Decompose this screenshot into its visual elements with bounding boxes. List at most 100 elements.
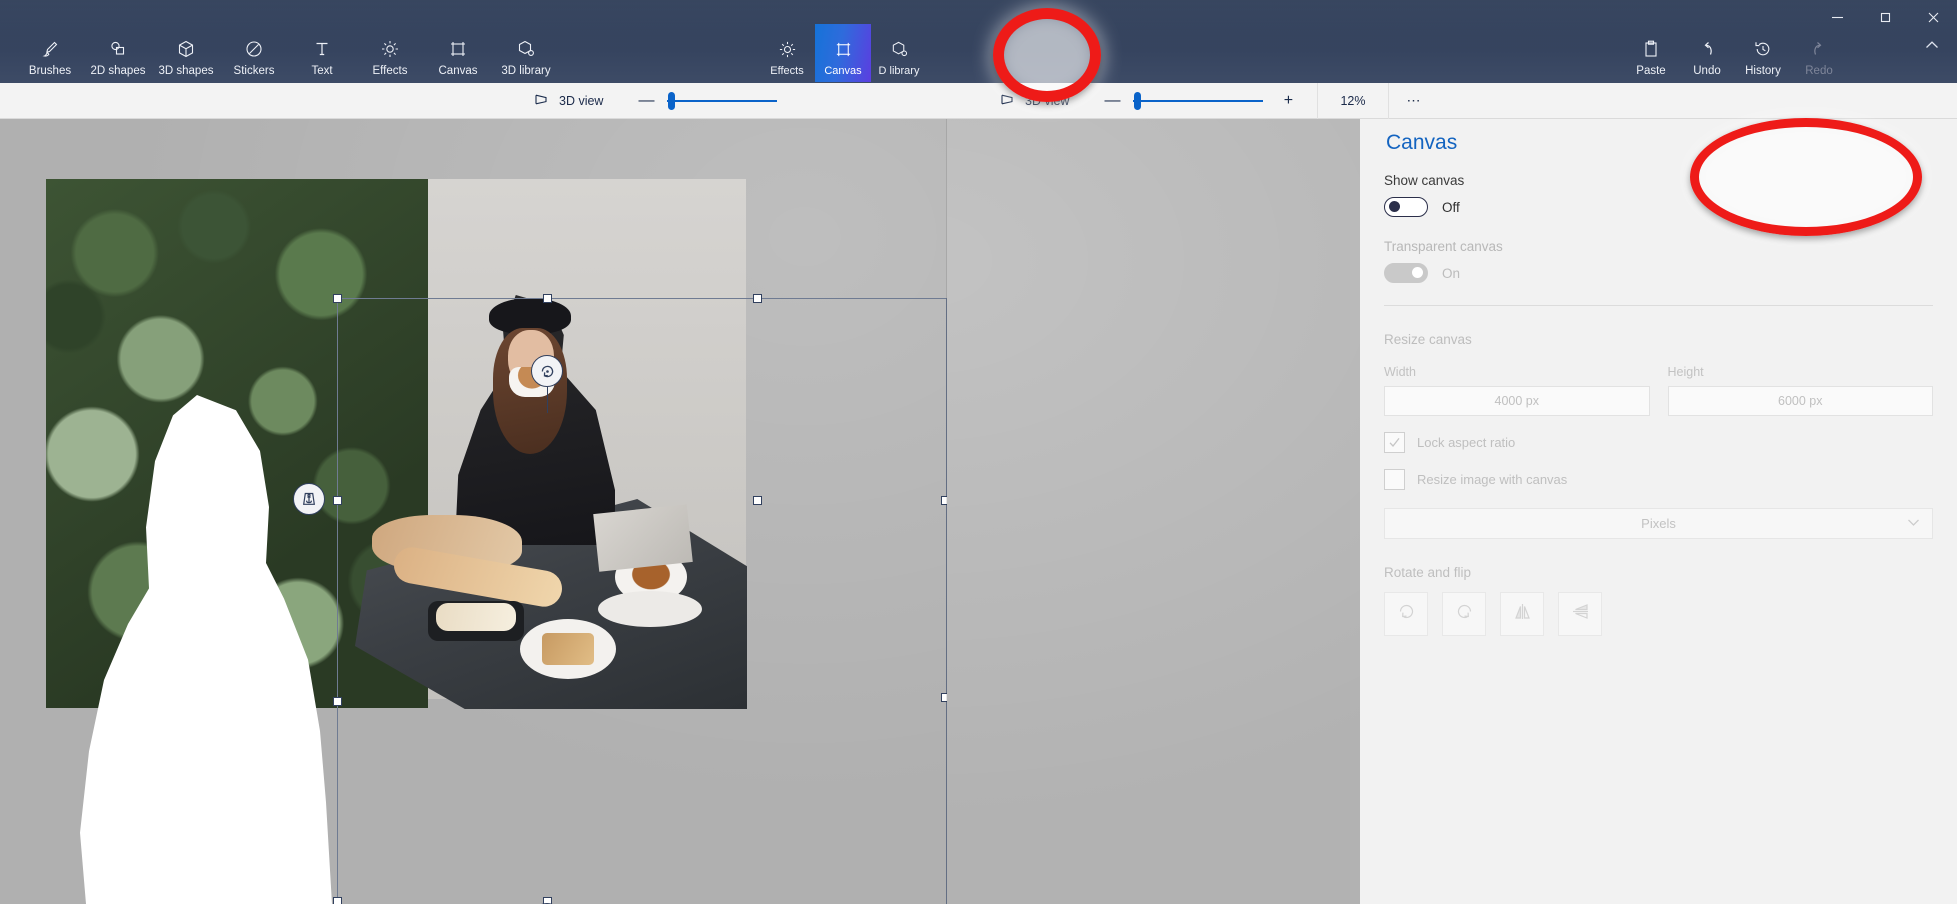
overlay-zoom-slider-track (667, 99, 778, 102)
toolbar-divider (1317, 82, 1319, 119)
tool-text[interactable]: Text (288, 24, 356, 82)
tool-label: Stickers (233, 65, 275, 77)
width-label: Width (1384, 365, 1416, 379)
overlay-tool-effects[interactable]: Effects (759, 24, 815, 82)
height-field-group: Height 6000 px (1667, 365, 1933, 416)
history-button[interactable]: History (1735, 24, 1791, 82)
toggle-knob (1412, 267, 1423, 278)
effects-icon (778, 38, 797, 60)
pasted-screenshot-overlay[interactable] (0, 119, 947, 904)
selection-box[interactable] (337, 298, 947, 904)
tool-label: 2D shapes (90, 65, 146, 77)
chevron-up-icon[interactable] (1923, 36, 1941, 59)
width-field-group: Width 4000 px (1384, 365, 1650, 416)
zoom-slider-track (1133, 99, 1264, 102)
selection-handle-top-center[interactable] (543, 294, 552, 303)
overlay-tool-3d-library[interactable]: D library (871, 24, 927, 82)
maximize-button[interactable] (1861, 0, 1909, 34)
tool-stickers[interactable]: Stickers (220, 24, 288, 82)
tool-2d-shapes[interactable]: 2D shapes (84, 24, 152, 82)
lock-aspect-ratio-row[interactable]: Lock aspect ratio (1384, 432, 1933, 453)
flip-horizontal-button[interactable] (1500, 592, 1544, 636)
tool-label: Undo (1693, 65, 1721, 77)
selection-handle-bottom-left[interactable] (333, 897, 342, 904)
overlay-zoom-out-button[interactable]: — (635, 92, 657, 109)
close-button[interactable] (1909, 0, 1957, 34)
rotate-and-flip-label: Rotate and flip (1384, 565, 1472, 580)
lock-aspect-ratio-checkbox[interactable] (1384, 432, 1405, 453)
show-canvas-toggle[interactable] (1384, 197, 1428, 217)
rotate-handle[interactable] (531, 355, 563, 387)
units-value: Pixels (1641, 516, 1676, 531)
flip-vertical-icon (1570, 601, 1591, 627)
tool-label: 3D library (501, 65, 551, 77)
show-canvas-state: Off (1442, 199, 1460, 215)
3d-view-icon (1000, 92, 1017, 110)
right-tool-list: Paste Undo History Redo (1623, 24, 1847, 82)
flip-vertical-button[interactable] (1558, 592, 1602, 636)
tool-canvas[interactable]: Canvas (424, 24, 492, 82)
panel-divider (1384, 305, 1933, 306)
overlay-3d-view-button[interactable]: 3D view (534, 92, 603, 110)
3d-view-icon (534, 92, 551, 110)
tool-effects[interactable]: Effects (356, 24, 424, 82)
app-ribbon: Brushes 2D shapes 3D shapes Stickers Tex… (0, 0, 1957, 83)
tool-3d-shapes[interactable]: 3D shapes (152, 24, 220, 82)
selection-handle-top-left[interactable] (333, 294, 342, 303)
tool-label: Redo (1805, 65, 1833, 77)
show-canvas-highlight-ellipse (1690, 118, 1922, 236)
selection-handle-top-right[interactable] (753, 294, 762, 303)
text-icon (312, 38, 332, 60)
zoom-in-button[interactable]: + (1277, 92, 1299, 109)
3d-library-icon (890, 38, 909, 60)
height-label: Height (1667, 365, 1704, 379)
transparent-canvas-toggle[interactable] (1384, 263, 1428, 283)
selection-handle-lower-left[interactable] (333, 697, 342, 706)
resize-image-with-canvas-row[interactable]: Resize image with canvas (1384, 469, 1933, 490)
canvas-tool-highlight-ellipse (993, 8, 1101, 102)
resize-canvas-label: Resize canvas (1384, 332, 1472, 347)
brush-icon (40, 38, 60, 60)
tool-label: Canvas (824, 65, 862, 77)
height-input[interactable]: 6000 px (1667, 386, 1933, 416)
chevron-down-icon (1907, 518, 1920, 530)
stickers-icon (244, 38, 264, 60)
pasted-zoombar-fragment: 3D view — (535, 83, 947, 119)
tool-label: D library (878, 65, 920, 77)
2d-shapes-icon (108, 38, 128, 60)
undo-button[interactable]: Undo (1679, 24, 1735, 82)
resize-image-with-canvas-checkbox[interactable] (1384, 469, 1405, 490)
selection-handle-middle-right[interactable] (753, 496, 762, 505)
overlay-zoom-slider-thumb[interactable] (668, 91, 676, 110)
tool-brushes[interactable]: Brushes (16, 24, 84, 82)
tool-3d-library[interactable]: 3D library (492, 24, 560, 82)
overlay-seam (946, 119, 947, 904)
tool-label: Paste (1636, 65, 1666, 77)
zoom-slider[interactable] (1133, 91, 1264, 110)
tool-label: Effects (770, 65, 804, 77)
transparent-canvas-row[interactable]: On (1384, 263, 1933, 283)
zoom-out-button[interactable]: — (1101, 92, 1123, 109)
selection-handle-middle-left[interactable] (333, 496, 342, 505)
paste-button[interactable]: Paste (1623, 24, 1679, 82)
rotate-left-button[interactable] (1442, 592, 1486, 636)
redo-button[interactable]: Redo (1791, 24, 1847, 82)
tool-label: Canvas (438, 65, 478, 77)
redo-icon (1809, 38, 1829, 60)
rotate-right-button[interactable] (1384, 592, 1428, 636)
overlay-tool-canvas[interactable]: Canvas (815, 24, 871, 82)
panel-scrollbar[interactable] (1950, 119, 1955, 904)
tool-list: Brushes 2D shapes 3D shapes Stickers Tex… (16, 24, 560, 82)
width-input[interactable]: 4000 px (1384, 386, 1650, 416)
more-options-icon[interactable]: ⋯ (1407, 92, 1423, 109)
zoom-slider-thumb[interactable] (1134, 91, 1142, 110)
undo-icon (1697, 38, 1717, 60)
history-icon (1753, 38, 1773, 60)
depth-anchor-handle[interactable] (293, 483, 325, 515)
tool-label: Effects (372, 65, 408, 77)
toolbar-divider-2 (1387, 82, 1389, 119)
units-dropdown[interactable]: Pixels (1384, 508, 1933, 539)
overlay-zoom-slider[interactable] (667, 91, 778, 110)
overlay-view-controls: 3D view — (534, 91, 778, 110)
rotate-handle-stem (547, 387, 548, 413)
